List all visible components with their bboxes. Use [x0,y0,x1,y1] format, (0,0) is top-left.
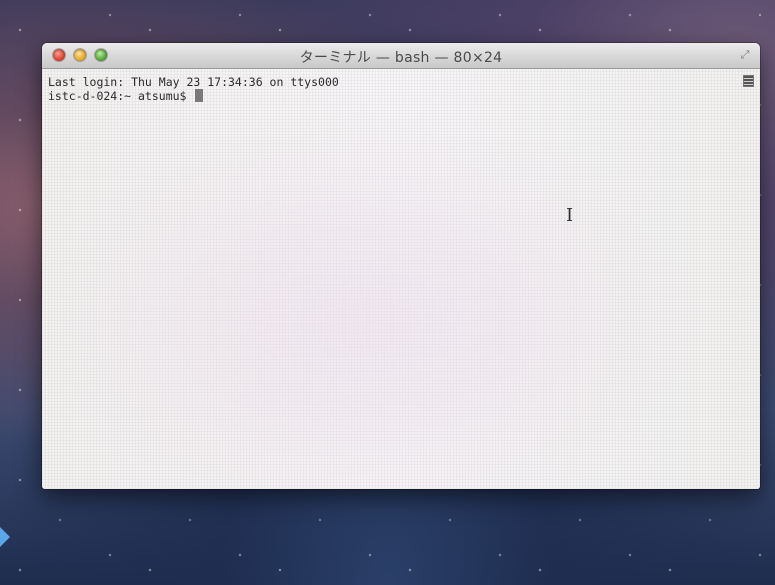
scroll-marker-icon[interactable] [743,75,754,87]
terminal-output[interactable]: Last login: Thu May 23 17:34:36 on ttys0… [48,76,339,103]
terminal-content[interactable]: Last login: Thu May 23 17:34:36 on ttys0… [42,69,760,489]
terminal-line-last-login: Last login: Thu May 23 17:34:36 on ttys0… [48,75,339,89]
ibeam-cursor-icon: I [566,205,574,226]
terminal-prompt: istc-d-024:~ atsumu$ [48,89,194,103]
window-title: ターミナル — bash — 80×24 [299,50,503,66]
text-cursor [195,89,204,102]
fullscreen-icon[interactable]: ⤢ [738,48,752,62]
terminal-window[interactable]: ターミナル — bash — 80×24 ⤢ Last login: Thu M… [42,43,760,489]
window-titlebar[interactable]: ターミナル — bash — 80×24 ⤢ [42,43,760,69]
dock-indicator-icon [0,527,10,547]
